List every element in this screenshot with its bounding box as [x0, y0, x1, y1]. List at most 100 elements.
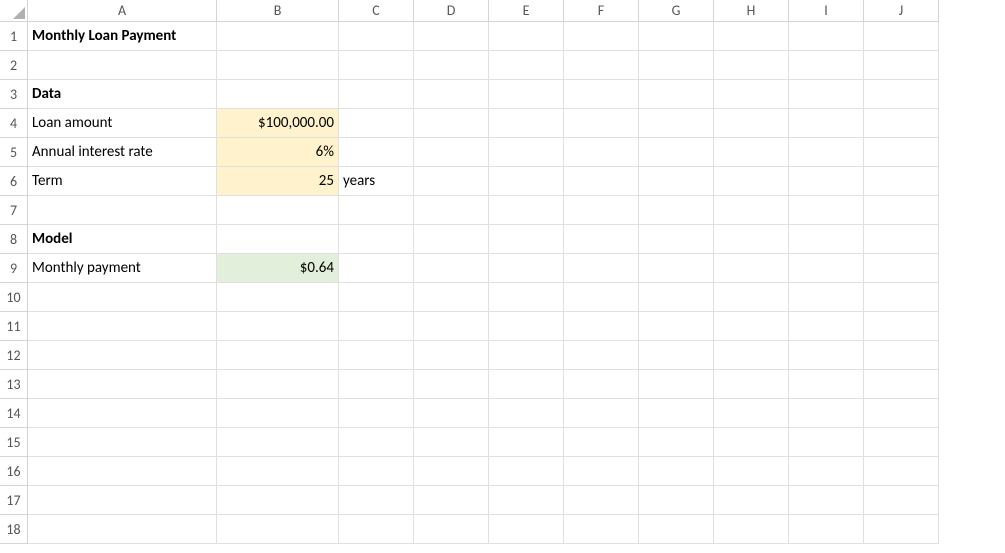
cell-e12[interactable]: [489, 341, 564, 370]
row-header-11[interactable]: 11: [0, 312, 28, 341]
cell-a6[interactable]: Term: [28, 167, 217, 196]
col-header-b[interactable]: B: [217, 0, 339, 22]
cell-c1[interactable]: [339, 22, 414, 51]
row-header-7[interactable]: 7: [0, 196, 28, 225]
cell-f15[interactable]: [564, 428, 639, 457]
cell-f16[interactable]: [564, 457, 639, 486]
cell-h13[interactable]: [714, 370, 789, 399]
cell-g17[interactable]: [639, 486, 714, 515]
cell-a4[interactable]: Loan amount: [28, 109, 217, 138]
cell-c6[interactable]: years: [339, 167, 414, 196]
cell-f13[interactable]: [564, 370, 639, 399]
cell-d17[interactable]: [414, 486, 489, 515]
row-header-9[interactable]: 9: [0, 254, 28, 283]
cell-g10[interactable]: [639, 283, 714, 312]
row-header-6[interactable]: 6: [0, 167, 28, 196]
row-header-13[interactable]: 13: [0, 370, 28, 399]
cell-g13[interactable]: [639, 370, 714, 399]
cell-b5[interactable]: 6%: [217, 138, 339, 167]
cell-j9[interactable]: [864, 254, 939, 283]
cell-b4[interactable]: $100,000.00: [217, 109, 339, 138]
cell-j7[interactable]: [864, 196, 939, 225]
cell-e17[interactable]: [489, 486, 564, 515]
cell-c15[interactable]: [339, 428, 414, 457]
col-header-h[interactable]: H: [714, 0, 789, 22]
cell-f14[interactable]: [564, 399, 639, 428]
cell-h4[interactable]: [714, 109, 789, 138]
select-all-corner[interactable]: [0, 0, 28, 22]
cell-j18[interactable]: [864, 515, 939, 544]
cell-j15[interactable]: [864, 428, 939, 457]
cell-j13[interactable]: [864, 370, 939, 399]
cell-e5[interactable]: [489, 138, 564, 167]
cell-f2[interactable]: [564, 51, 639, 80]
cell-d10[interactable]: [414, 283, 489, 312]
cell-j10[interactable]: [864, 283, 939, 312]
cell-d11[interactable]: [414, 312, 489, 341]
cell-c4[interactable]: [339, 109, 414, 138]
cell-a1[interactable]: Monthly Loan Payment: [28, 22, 217, 51]
cell-j1[interactable]: [864, 22, 939, 51]
cell-g18[interactable]: [639, 515, 714, 544]
cell-a2[interactable]: [28, 51, 217, 80]
col-header-d[interactable]: D: [414, 0, 489, 22]
cell-h2[interactable]: [714, 51, 789, 80]
cell-i4[interactable]: [789, 109, 864, 138]
cell-i6[interactable]: [789, 167, 864, 196]
cell-f1[interactable]: [564, 22, 639, 51]
cell-f8[interactable]: [564, 225, 639, 254]
cell-f10[interactable]: [564, 283, 639, 312]
cell-h12[interactable]: [714, 341, 789, 370]
col-header-j[interactable]: J: [864, 0, 939, 22]
row-header-12[interactable]: 12: [0, 341, 28, 370]
cell-e2[interactable]: [489, 51, 564, 80]
cell-e14[interactable]: [489, 399, 564, 428]
col-header-a[interactable]: A: [28, 0, 217, 22]
cell-j8[interactable]: [864, 225, 939, 254]
cell-d13[interactable]: [414, 370, 489, 399]
cell-h11[interactable]: [714, 312, 789, 341]
cell-c2[interactable]: [339, 51, 414, 80]
cell-f9[interactable]: [564, 254, 639, 283]
cell-c9[interactable]: [339, 254, 414, 283]
cell-b15[interactable]: [217, 428, 339, 457]
cell-b14[interactable]: [217, 399, 339, 428]
cell-i3[interactable]: [789, 80, 864, 109]
cell-i12[interactable]: [789, 341, 864, 370]
cell-h5[interactable]: [714, 138, 789, 167]
cell-a7[interactable]: [28, 196, 217, 225]
col-header-i[interactable]: I: [789, 0, 864, 22]
cell-j3[interactable]: [864, 80, 939, 109]
cell-d16[interactable]: [414, 457, 489, 486]
row-header-3[interactable]: 3: [0, 80, 28, 109]
cell-h10[interactable]: [714, 283, 789, 312]
cell-d14[interactable]: [414, 399, 489, 428]
cell-b11[interactable]: [217, 312, 339, 341]
cell-b17[interactable]: [217, 486, 339, 515]
cell-i7[interactable]: [789, 196, 864, 225]
cell-b1[interactable]: [217, 22, 339, 51]
cell-h17[interactable]: [714, 486, 789, 515]
cell-i9[interactable]: [789, 254, 864, 283]
cell-j16[interactable]: [864, 457, 939, 486]
cell-c14[interactable]: [339, 399, 414, 428]
cell-i13[interactable]: [789, 370, 864, 399]
cell-g12[interactable]: [639, 341, 714, 370]
col-header-g[interactable]: G: [639, 0, 714, 22]
cell-g5[interactable]: [639, 138, 714, 167]
cell-f4[interactable]: [564, 109, 639, 138]
row-header-17[interactable]: 17: [0, 486, 28, 515]
cell-c18[interactable]: [339, 515, 414, 544]
cell-g3[interactable]: [639, 80, 714, 109]
cell-d18[interactable]: [414, 515, 489, 544]
cell-a12[interactable]: [28, 341, 217, 370]
cell-i2[interactable]: [789, 51, 864, 80]
row-header-10[interactable]: 10: [0, 283, 28, 312]
cell-d8[interactable]: [414, 225, 489, 254]
cell-b10[interactable]: [217, 283, 339, 312]
cell-h1[interactable]: [714, 22, 789, 51]
cell-g8[interactable]: [639, 225, 714, 254]
cell-d4[interactable]: [414, 109, 489, 138]
cell-h15[interactable]: [714, 428, 789, 457]
cell-f3[interactable]: [564, 80, 639, 109]
